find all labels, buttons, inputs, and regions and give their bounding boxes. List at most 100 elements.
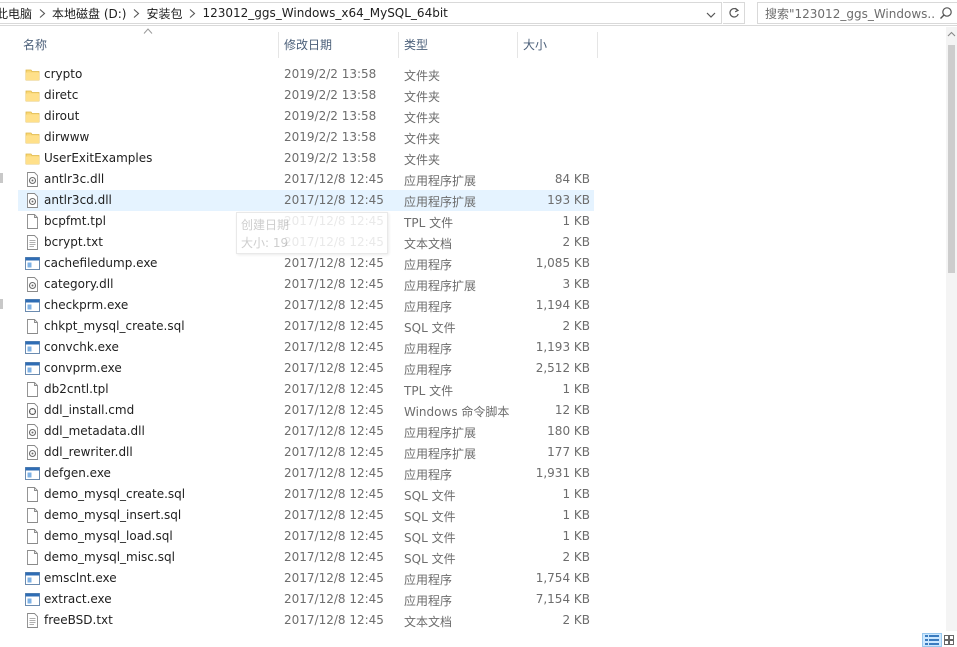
column-header-size[interactable]: 大小 bbox=[518, 30, 597, 58]
search-box[interactable]: 搜索"123012_ggs_Windows... bbox=[757, 2, 957, 24]
file-type: 应用程序 bbox=[404, 300, 453, 314]
file-type: TPL 文件 bbox=[404, 216, 454, 230]
file-modified-date: 2019/2/2 13:58 bbox=[284, 151, 377, 165]
file-modified-date: 2017/12/8 12:45 bbox=[284, 361, 384, 375]
exe-icon bbox=[25, 571, 40, 586]
column-header-name[interactable]: 名称 bbox=[18, 30, 278, 58]
file-row[interactable]: convprm.exe 2017/12/8 12:45 应用程序 2,512 KB bbox=[18, 358, 594, 379]
navigation-pane-edge bbox=[0, 27, 3, 647]
dll-icon bbox=[25, 424, 40, 439]
file-modified-date: 2019/2/2 13:58 bbox=[284, 130, 377, 144]
breadcrumb-this-pc[interactable]: 此电脑 bbox=[0, 5, 34, 22]
details-view-button[interactable] bbox=[922, 633, 942, 647]
file-row[interactable]: antlr3cd.dll 2017/12/8 12:45 应用程序扩展 193 KB bbox=[18, 190, 594, 211]
file-icon bbox=[25, 319, 40, 334]
file-row[interactable]: db2cntl.tpl 2017/12/8 12:45 TPL 文件 1 KB bbox=[18, 379, 594, 400]
file-row[interactable]: diretc 2019/2/2 13:58 文件夹 bbox=[18, 85, 594, 106]
file-row[interactable]: freeBSD.txt 2017/12/8 12:45 文本文档 2 KB bbox=[18, 610, 594, 631]
file-row[interactable]: demo_mysql_create.sql 2017/12/8 12:45 SQL … bbox=[18, 484, 594, 505]
file-name: diretc bbox=[44, 88, 79, 102]
file-type: 文本文档 bbox=[404, 615, 453, 629]
dll-icon bbox=[25, 277, 40, 292]
file-size: 7,154 KB bbox=[535, 592, 590, 606]
file-type: SQL 文件 bbox=[404, 321, 456, 335]
column-divider[interactable] bbox=[597, 32, 598, 58]
file-name: demo_mysql_insert.sql bbox=[44, 508, 182, 522]
address-history-dropdown[interactable] bbox=[702, 7, 720, 23]
file-size: 1,194 KB bbox=[535, 298, 590, 312]
file-size: 177 KB bbox=[547, 445, 590, 459]
file-name: demo_mysql_create.sql bbox=[44, 487, 186, 501]
nav-pane-marker bbox=[0, 173, 3, 183]
folder-icon bbox=[25, 88, 40, 103]
file-row[interactable]: antlr3c.dll 2017/12/8 12:45 应用程序扩展 84 KB bbox=[18, 169, 594, 190]
file-row[interactable]: crypto 2019/2/2 13:58 文件夹 bbox=[18, 64, 594, 85]
file-size: 84 KB bbox=[554, 172, 590, 186]
file-row[interactable]: category.dll 2017/12/8 12:45 应用程序扩展 3 KB bbox=[18, 274, 594, 295]
file-info-tooltip: 创建日期 大小: 19 bbox=[236, 212, 388, 254]
file-type: Windows 命令脚本 bbox=[404, 405, 510, 419]
file-row[interactable]: chkpt_mysql_create.sql 2017/12/8 12:45 SQL… bbox=[18, 316, 594, 337]
file-size: 1 KB bbox=[562, 214, 590, 228]
file-row[interactable]: cachefiledump.exe 2017/12/8 12:45 应用程序 1,08… bbox=[18, 253, 594, 274]
column-header-date[interactable]: 修改日期 bbox=[279, 30, 398, 58]
file-row[interactable]: UserExitExamples 2019/2/2 13:58 文件夹 bbox=[18, 148, 594, 169]
breadcrumb-install-packages[interactable]: 安装包 bbox=[144, 5, 184, 22]
file-type: 应用程序 bbox=[404, 468, 453, 482]
file-row[interactable]: demo_mysql_misc.sql 2017/12/8 12:45 SQL 文件… bbox=[18, 547, 594, 568]
dll-icon bbox=[25, 172, 40, 187]
file-row[interactable]: dirout 2019/2/2 13:58 文件夹 bbox=[18, 106, 594, 127]
file-row[interactable]: ddl_rewriter.dll 2017/12/8 12:45 应用程序扩展 177… bbox=[18, 442, 594, 463]
file-row[interactable]: convchk.exe 2017/12/8 12:45 应用程序 1,193 KB bbox=[18, 337, 594, 358]
file-row[interactable]: emsclnt.exe 2017/12/8 12:45 应用程序 1,754 KB bbox=[18, 568, 594, 589]
address-bar[interactable]: 此电脑 本地磁盘 (D:) 安装包 123012_ggs_Windows_x64… bbox=[0, 2, 722, 24]
file-row[interactable]: ddl_metadata.dll 2017/12/8 12:45 应用程序扩展 180… bbox=[18, 421, 594, 442]
file-type: 应用程序 bbox=[404, 363, 453, 377]
breadcrumb-current-folder[interactable]: 123012_ggs_Windows_x64_MySQL_64bit bbox=[201, 6, 450, 20]
file-row[interactable]: ddl_install.cmd 2017/12/8 12:45 Windows 命令… bbox=[18, 400, 594, 421]
exe-icon bbox=[25, 298, 40, 313]
file-type: 文件夹 bbox=[404, 111, 441, 125]
file-modified-date: 2017/12/8 12:45 bbox=[284, 277, 384, 291]
column-header-type[interactable]: 类型 bbox=[399, 30, 517, 58]
file-modified-date: 2019/2/2 13:58 bbox=[284, 88, 377, 102]
large-icons-view-button[interactable] bbox=[942, 633, 956, 647]
text-file-icon bbox=[25, 613, 40, 628]
file-type: TPL 文件 bbox=[404, 384, 454, 398]
dll-icon bbox=[25, 193, 40, 208]
file-type: 应用程序 bbox=[404, 258, 453, 272]
file-name: defgen.exe bbox=[44, 466, 111, 480]
scroll-up-arrow-icon[interactable] bbox=[947, 30, 956, 39]
file-row[interactable]: demo_mysql_load.sql 2017/12/8 12:45 SQL 文件… bbox=[18, 526, 594, 547]
search-icon[interactable] bbox=[939, 6, 953, 20]
file-name: freeBSD.txt bbox=[44, 613, 113, 627]
file-type: 文本文档 bbox=[404, 237, 453, 251]
breadcrumb-drive-d[interactable]: 本地磁盘 (D:) bbox=[50, 5, 128, 22]
file-row[interactable]: defgen.exe 2017/12/8 12:45 应用程序 1,931 KB bbox=[18, 463, 594, 484]
file-modified-date: 2019/2/2 13:58 bbox=[284, 109, 377, 123]
file-name: db2cntl.tpl bbox=[44, 382, 109, 396]
file-row[interactable]: demo_mysql_insert.sql 2017/12/8 12:45 SQL … bbox=[18, 505, 594, 526]
folder-icon bbox=[25, 109, 40, 124]
file-row[interactable]: dirwww 2019/2/2 13:58 文件夹 bbox=[18, 127, 594, 148]
top-bar: 此电脑 本地磁盘 (D:) 安装包 123012_ggs_Windows_x64… bbox=[0, 0, 957, 26]
dll-icon bbox=[25, 445, 40, 460]
refresh-icon bbox=[728, 7, 739, 18]
file-modified-date: 2019/2/2 13:58 bbox=[284, 67, 377, 81]
chevron-right-icon[interactable] bbox=[34, 8, 50, 18]
search-input[interactable]: 搜索"123012_ggs_Windows... bbox=[765, 5, 935, 22]
file-row[interactable]: checkprm.exe 2017/12/8 12:45 应用程序 1,194 KB bbox=[18, 295, 594, 316]
file-name: extract.exe bbox=[44, 592, 112, 606]
chevron-right-icon[interactable] bbox=[128, 8, 144, 18]
scrollbar-thumb[interactable] bbox=[948, 45, 955, 273]
tooltip-line: 创建日期 bbox=[241, 218, 290, 232]
file-row[interactable]: extract.exe 2017/12/8 12:45 应用程序 7,154 KB bbox=[18, 589, 594, 610]
tooltip-line: 大小: 19 bbox=[241, 236, 289, 250]
vertical-scrollbar[interactable] bbox=[946, 27, 957, 631]
chevron-right-icon[interactable] bbox=[185, 8, 201, 18]
file-type: 应用程序扩展 bbox=[404, 279, 477, 293]
file-modified-date: 2017/12/8 12:45 bbox=[284, 529, 384, 543]
file-icon bbox=[25, 487, 40, 502]
refresh-button[interactable] bbox=[723, 2, 745, 24]
file-name: convprm.exe bbox=[44, 361, 122, 375]
